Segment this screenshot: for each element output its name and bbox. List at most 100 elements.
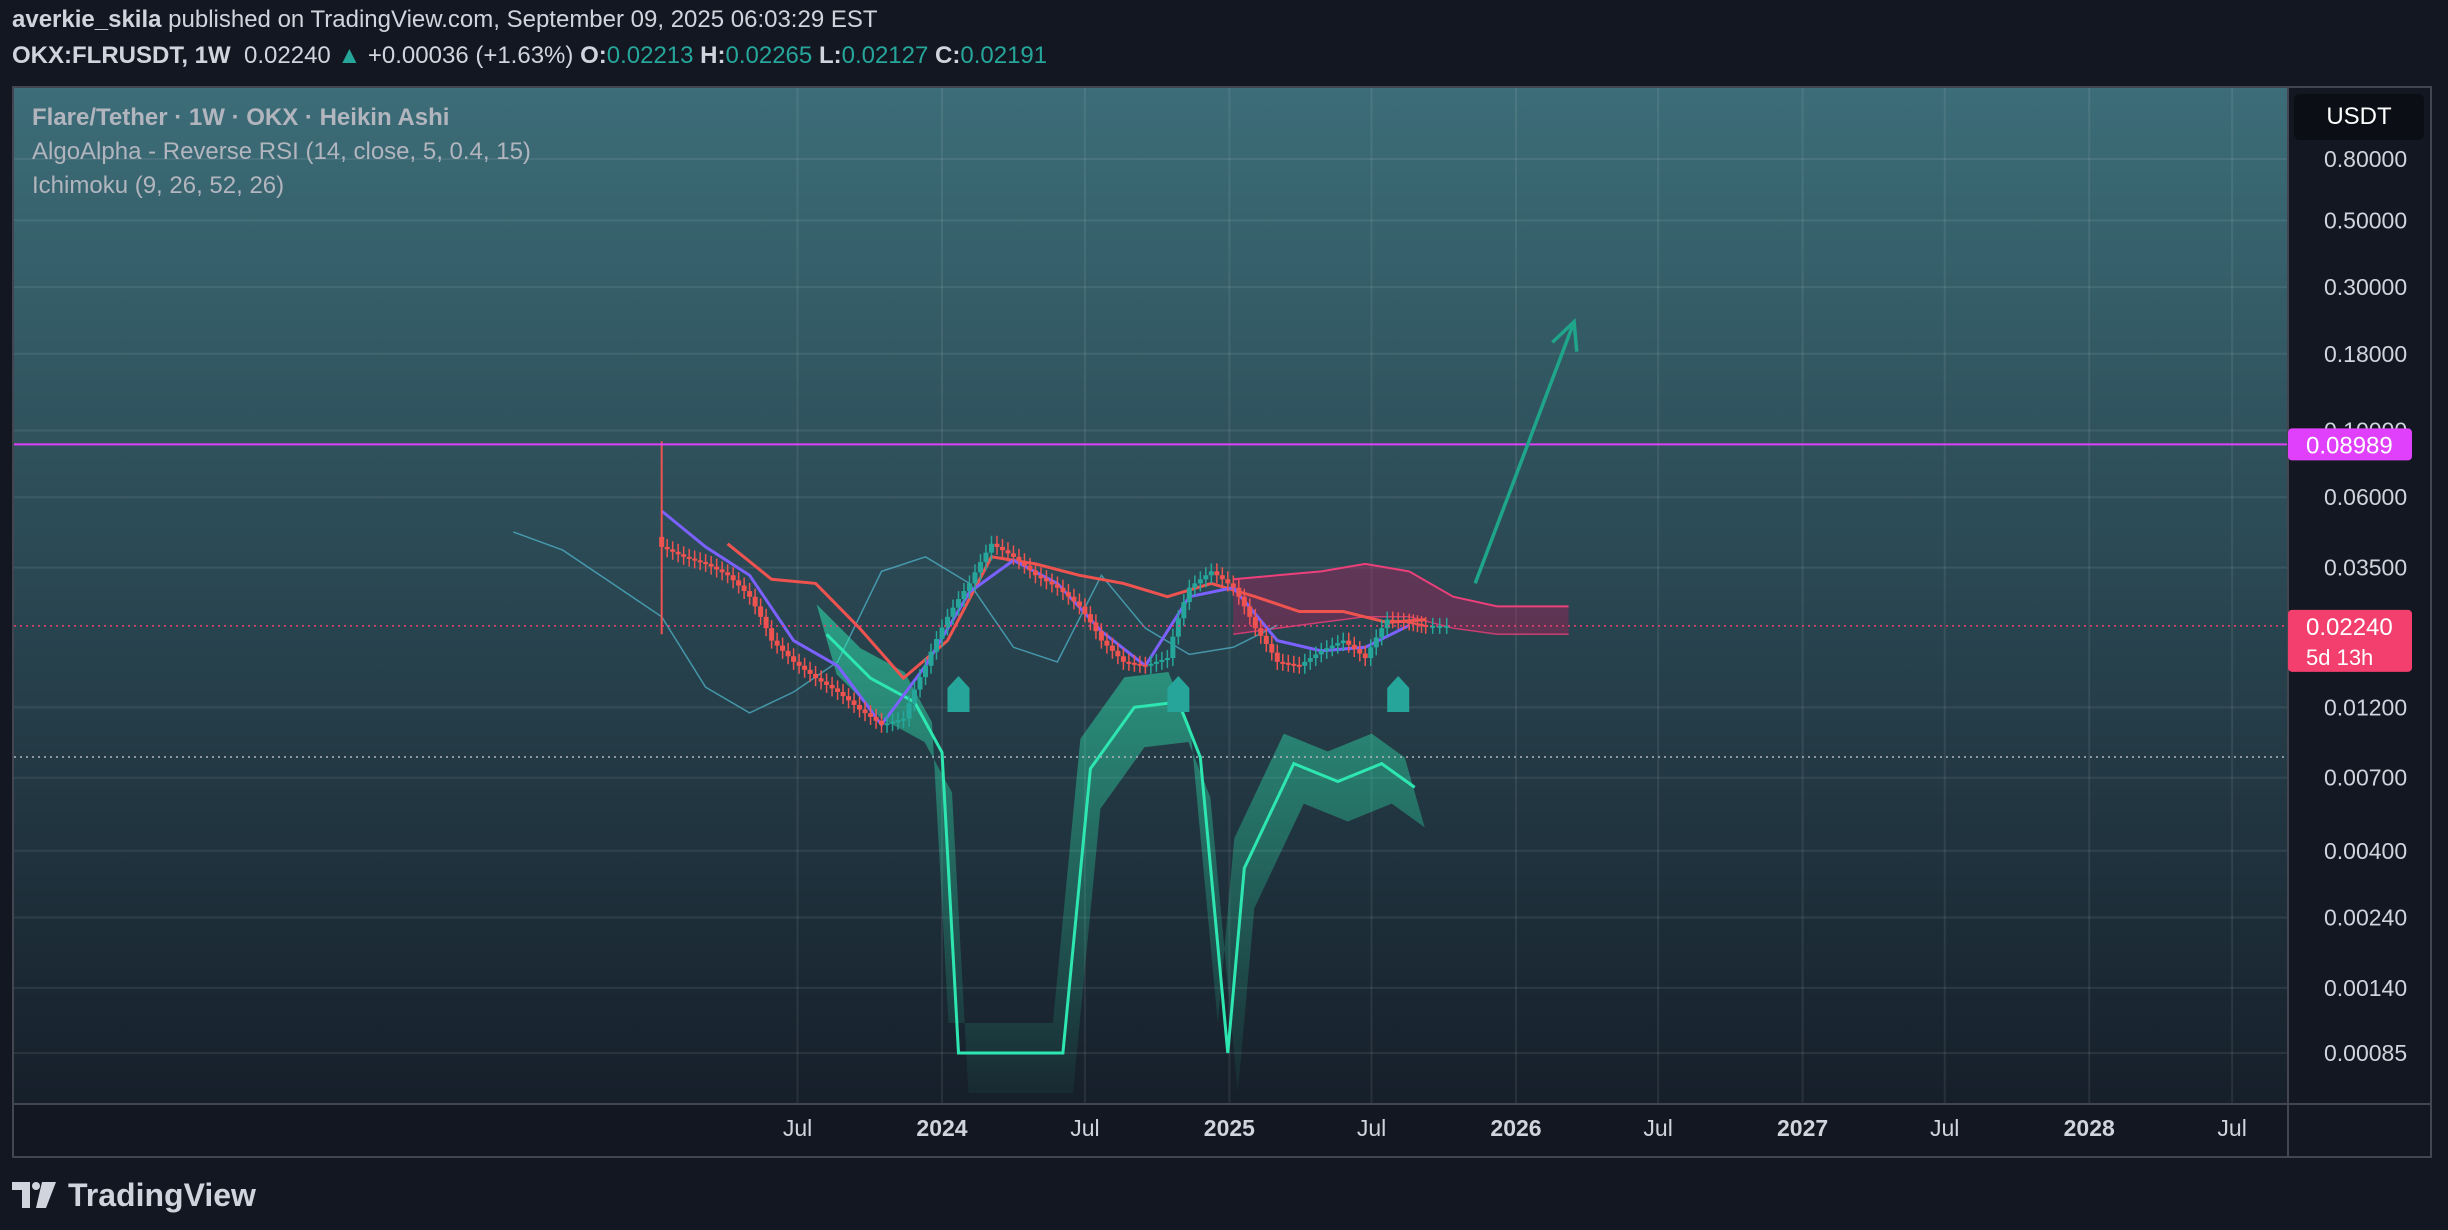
author-name[interactable]: averkie_skila	[12, 6, 161, 33]
legend-indicator-ichimoku[interactable]: Ichimoku (9, 26, 52, 26)	[32, 172, 284, 200]
y-tick-label: 0.00140	[2324, 975, 2407, 1001]
x-tick-label: Jul	[1070, 1115, 1099, 1141]
open-value: 0.02213	[606, 42, 694, 69]
candle-body	[890, 721, 896, 724]
candle-body	[1269, 643, 1275, 653]
candle-body	[1115, 650, 1121, 657]
candle-body	[1175, 618, 1181, 637]
candle-body	[912, 689, 918, 704]
close-label: C:	[935, 42, 961, 69]
candle-body	[1329, 645, 1335, 649]
chart-canvas[interactable]: 0.800000.500000.300000.180000.100000.060…	[14, 88, 2430, 1156]
candle-body	[923, 665, 929, 678]
candle-body	[1285, 662, 1291, 665]
chart-area[interactable]: 0.800000.500000.300000.180000.100000.060…	[12, 86, 2432, 1158]
candle-body	[1076, 601, 1082, 607]
candle-body	[1230, 583, 1236, 588]
candle-body	[1170, 636, 1176, 659]
candle-body	[692, 558, 698, 561]
candle-body	[769, 628, 775, 641]
candle-body	[895, 720, 901, 723]
candle-body	[879, 720, 885, 725]
candle-body	[1373, 637, 1379, 648]
candle-body	[994, 543, 1000, 547]
candle-body	[1335, 643, 1341, 646]
candle-body	[664, 546, 670, 550]
candle-body	[1137, 663, 1143, 666]
candle-body	[950, 607, 956, 617]
candle-body	[1049, 581, 1055, 585]
candle-body	[752, 596, 758, 607]
candle-body	[1362, 653, 1368, 659]
candle-body	[714, 566, 720, 570]
candle-body	[1203, 575, 1209, 580]
candle-body	[1060, 587, 1066, 593]
candle-body	[966, 583, 972, 592]
candle-body	[774, 640, 780, 646]
candle-body	[1043, 578, 1049, 582]
candle-body	[785, 650, 791, 657]
currency-badge-label: USDT	[2326, 103, 2392, 130]
candle-body	[1032, 570, 1038, 576]
candle-body	[1214, 571, 1220, 576]
last-price-tag-value: 0.02240	[2306, 614, 2393, 641]
low-label: L:	[818, 42, 842, 69]
candle-body	[1368, 647, 1374, 659]
x-tick-label: Jul	[1643, 1115, 1672, 1141]
candle-body	[1390, 619, 1396, 622]
candle-body	[955, 599, 961, 608]
candle-body	[807, 669, 813, 674]
candle-body	[1054, 584, 1060, 588]
candle-body	[1241, 596, 1247, 607]
last-price: 0.02240	[244, 42, 331, 69]
candle-body	[1164, 658, 1170, 661]
tradingview-logo-text: TradingView	[68, 1176, 256, 1213]
candle-body	[736, 580, 742, 586]
legend-main-title[interactable]: Flare/Tether · 1W · OKX · Heikin Ashi	[32, 104, 449, 132]
candle-body	[730, 575, 736, 581]
candle-body	[719, 569, 725, 573]
candle-body	[1153, 661, 1159, 664]
candle-body	[1351, 644, 1357, 650]
candle-body	[1098, 631, 1104, 641]
candle-body	[1016, 556, 1022, 562]
time-axis[interactable]: Jul 2024 Jul 2025 Jul 2026 Jul 2027 Jul 2028 Jul	[14, 1103, 2430, 1141]
candle-body	[873, 716, 879, 721]
x-tick-label: Jul	[1357, 1115, 1386, 1141]
y-tick-label: 0.06000	[2324, 484, 2407, 510]
candle-body	[675, 551, 681, 555]
candle-body	[917, 677, 923, 690]
candle-body	[1208, 571, 1214, 576]
y-tick-label: 0.03500	[2324, 555, 2407, 581]
candle-body	[813, 673, 819, 679]
x-tick-label: Jul	[2217, 1115, 2246, 1141]
open-label: O:	[580, 42, 607, 69]
y-tick-label: 0.50000	[2324, 207, 2407, 233]
high-label: H:	[700, 42, 726, 69]
candle-body	[884, 723, 890, 726]
candle-body	[703, 562, 709, 565]
candle-body	[1148, 663, 1154, 666]
candle-body	[1357, 649, 1363, 654]
y-tick-label: 0.00400	[2324, 838, 2407, 864]
candle-body	[1384, 619, 1390, 629]
candle-body	[1219, 575, 1225, 580]
candle-body	[1340, 640, 1346, 644]
currency-badge[interactable]: USDT	[2294, 94, 2424, 140]
candle-body	[1065, 592, 1071, 597]
candle-body	[988, 543, 994, 553]
candle-body	[747, 591, 753, 597]
change-up-icon: ▲	[337, 42, 362, 69]
candle-body	[906, 703, 912, 719]
tradingview-logo-icon	[12, 1182, 56, 1208]
candle-body	[1186, 587, 1192, 603]
candle-body	[1280, 661, 1286, 664]
low-value: 0.02127	[841, 42, 929, 69]
x-tick-label: 2025	[1204, 1115, 1255, 1141]
candle-body	[758, 606, 764, 617]
plot-background	[14, 88, 2288, 1104]
candle-body	[977, 562, 983, 573]
candle-body	[780, 645, 786, 651]
legend-indicator-reverse-rsi[interactable]: AlgoAlpha - Reverse RSI (14, close, 5, 0…	[32, 138, 531, 166]
x-tick-label: 2028	[2064, 1115, 2115, 1141]
